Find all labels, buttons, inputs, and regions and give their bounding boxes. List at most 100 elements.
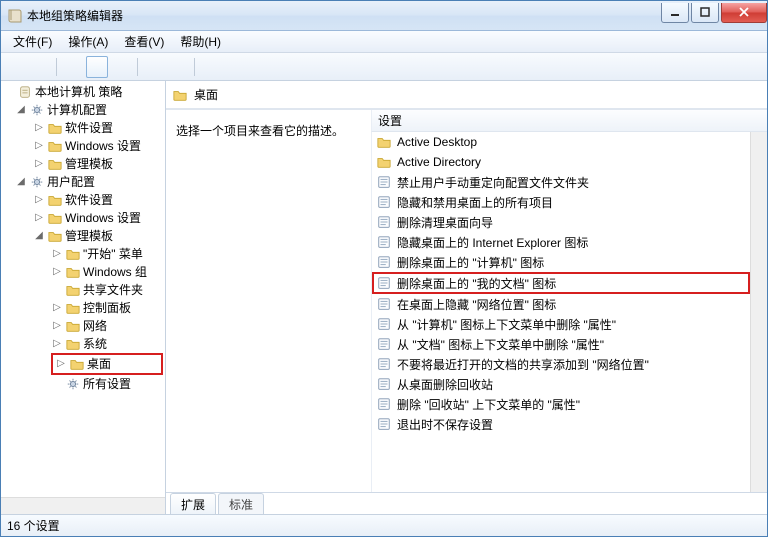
titlebar[interactable]: 本地组策略编辑器 xyxy=(1,1,767,31)
gear-icon xyxy=(29,174,45,190)
list-item[interactable]: 隐藏桌面上的 Internet Explorer 图标 xyxy=(372,232,750,252)
breadcrumb-label: 桌面 xyxy=(194,86,218,103)
vertical-scrollbar[interactable] xyxy=(750,132,767,492)
list-item[interactable]: 从 "文档" 图标上下文菜单中删除 "属性" xyxy=(372,334,750,354)
tree-item[interactable]: ▷网络 xyxy=(3,317,163,335)
list-item[interactable]: Active Desktop xyxy=(372,132,750,152)
policy-icon xyxy=(376,416,392,432)
properties-button[interactable] xyxy=(167,56,189,78)
list-column: 设置 Active Desktop Active Directory 禁止用户手动重… xyxy=(371,110,767,492)
right-pane: 桌面 选择一个项目来查看它的描述。 设置 Active DesktopActiv… xyxy=(166,81,767,514)
menu-view[interactable]: 查看(V) xyxy=(116,31,172,52)
list-item[interactable]: Active Directory xyxy=(372,152,750,172)
tree-item[interactable]: ▷Windows 设置 xyxy=(3,137,163,155)
policy-icon xyxy=(376,275,392,291)
description-text: 选择一个项目来查看它的描述。 xyxy=(176,124,344,138)
list-item[interactable]: 删除桌面上的 "计算机" 图标 xyxy=(372,252,750,272)
tree-item[interactable]: 所有设置 xyxy=(3,375,163,393)
toolbar-separator xyxy=(137,58,138,76)
policy-icon xyxy=(376,296,392,312)
list-item-label: 删除桌面上的 "我的文档" 图标 xyxy=(397,275,556,292)
folder-icon xyxy=(47,228,63,244)
list-item-label: 在桌面上隐藏 "网络位置" 图标 xyxy=(397,296,556,313)
folder-icon xyxy=(69,356,85,372)
tree-item[interactable]: ▷软件设置 xyxy=(3,191,163,209)
tree-root[interactable]: 本地计算机 策略 xyxy=(3,83,163,101)
window-root: 本地组策略编辑器 文件(F) 操作(A) 查看(V) 帮助(H) ? 本地计算机… xyxy=(0,0,768,537)
tree-item[interactable]: ▷软件设置 xyxy=(3,119,163,137)
list-item[interactable]: 删除清理桌面向导 xyxy=(372,212,750,232)
tree-computer-config[interactable]: ◢计算机配置 xyxy=(3,101,163,119)
up-button[interactable] xyxy=(62,56,84,78)
folder-icon xyxy=(47,210,63,226)
list-item[interactable]: 禁止用户手动重定向配置文件文件夹 xyxy=(372,172,750,192)
toolbar-separator xyxy=(194,58,195,76)
list-view[interactable]: Active Desktop Active Directory 禁止用户手动重定向配… xyxy=(371,132,750,492)
folder-icon xyxy=(65,264,81,280)
tree-desktop-highlighted[interactable]: ▷桌面 xyxy=(51,353,163,375)
tab-strip: 扩展 标准 xyxy=(166,492,767,514)
list-item[interactable]: 删除桌面上的 "我的文档" 图标 xyxy=(372,272,750,294)
scroll-icon xyxy=(17,84,33,100)
toolbar: ? xyxy=(1,53,767,81)
maximize-button[interactable] xyxy=(691,3,719,23)
gear-icon xyxy=(29,102,45,118)
tree-item[interactable]: ▷系统 xyxy=(3,335,163,353)
tree-item[interactable]: ◢管理模板 xyxy=(3,227,163,245)
list-item-label: 退出时不保存设置 xyxy=(397,416,493,433)
tree-item[interactable]: ▷Windows 组 xyxy=(3,263,163,281)
list-item-label: 隐藏和禁用桌面上的所有项目 xyxy=(397,194,553,211)
policy-icon xyxy=(376,214,392,230)
back-button[interactable] xyxy=(5,56,27,78)
tree-item[interactable]: 共享文件夹 xyxy=(3,281,163,299)
tree-item[interactable]: ▷Windows 设置 xyxy=(3,209,163,227)
filter-button[interactable] xyxy=(200,56,222,78)
description-column: 选择一个项目来查看它的描述。 xyxy=(166,110,371,492)
export-list-button[interactable] xyxy=(110,56,132,78)
list-item[interactable]: 从桌面删除回收站 xyxy=(372,374,750,394)
policy-icon xyxy=(376,396,392,412)
tree-item[interactable]: ▷控制面板 xyxy=(3,299,163,317)
minimize-button[interactable] xyxy=(661,3,689,23)
list-item[interactable]: 退出时不保存设置 xyxy=(372,414,750,434)
tree-user-config[interactable]: ◢用户配置 xyxy=(3,173,163,191)
forward-button[interactable] xyxy=(29,56,51,78)
menu-action[interactable]: 操作(A) xyxy=(60,31,116,52)
list-item-label: 从桌面删除回收站 xyxy=(397,376,493,393)
status-text: 16 个设置 xyxy=(7,517,60,534)
tab-standard[interactable]: 标准 xyxy=(218,493,264,514)
policy-icon xyxy=(376,356,392,372)
menu-help[interactable]: 帮助(H) xyxy=(172,31,229,52)
folder-icon xyxy=(65,336,81,352)
tree-item[interactable]: ▷管理模板 xyxy=(3,155,163,173)
menu-file[interactable]: 文件(F) xyxy=(5,31,60,52)
horizontal-scrollbar[interactable] xyxy=(1,497,165,514)
breadcrumb: 桌面 xyxy=(166,81,767,109)
tree-item[interactable]: ▷"开始" 菜单 xyxy=(3,245,163,263)
folder-icon xyxy=(65,246,81,262)
policy-icon xyxy=(376,174,392,190)
list-item-label: 隐藏桌面上的 Internet Explorer 图标 xyxy=(397,234,588,251)
policy-icon xyxy=(376,194,392,210)
folder-icon xyxy=(47,120,63,136)
close-button[interactable] xyxy=(721,3,767,23)
list-item-label: 禁止用户手动重定向配置文件文件夹 xyxy=(397,174,589,191)
tree-view[interactable]: 本地计算机 策略 ◢计算机配置 ▷软件设置 ▷Windows 设置 ▷管理模板 … xyxy=(1,81,165,497)
policy-icon xyxy=(376,336,392,352)
list-item[interactable]: 删除 "回收站" 上下文菜单的 "属性" xyxy=(372,394,750,414)
list-item[interactable]: 隐藏和禁用桌面上的所有项目 xyxy=(372,192,750,212)
list-item-label: 删除清理桌面向导 xyxy=(397,214,493,231)
list-item[interactable]: 不要将最近打开的文档的共享添加到 "网络位置" xyxy=(372,354,750,374)
tab-extended[interactable]: 扩展 xyxy=(170,493,216,514)
list-item-label: 不要将最近打开的文档的共享添加到 "网络位置" xyxy=(397,356,649,373)
column-header-settings[interactable]: 设置 xyxy=(371,110,767,132)
folder-icon xyxy=(47,192,63,208)
list-item-label: 删除 "回收站" 上下文菜单的 "属性" xyxy=(397,396,580,413)
list-item[interactable]: 从 "计算机" 图标上下文菜单中删除 "属性" xyxy=(372,314,750,334)
policy-icon xyxy=(376,254,392,270)
list-item[interactable]: 在桌面上隐藏 "网络位置" 图标 xyxy=(372,294,750,314)
folder-icon xyxy=(47,138,63,154)
list-item-label: Active Directory xyxy=(397,155,481,169)
show-tree-button[interactable] xyxy=(86,56,108,78)
help-button[interactable]: ? xyxy=(143,56,165,78)
